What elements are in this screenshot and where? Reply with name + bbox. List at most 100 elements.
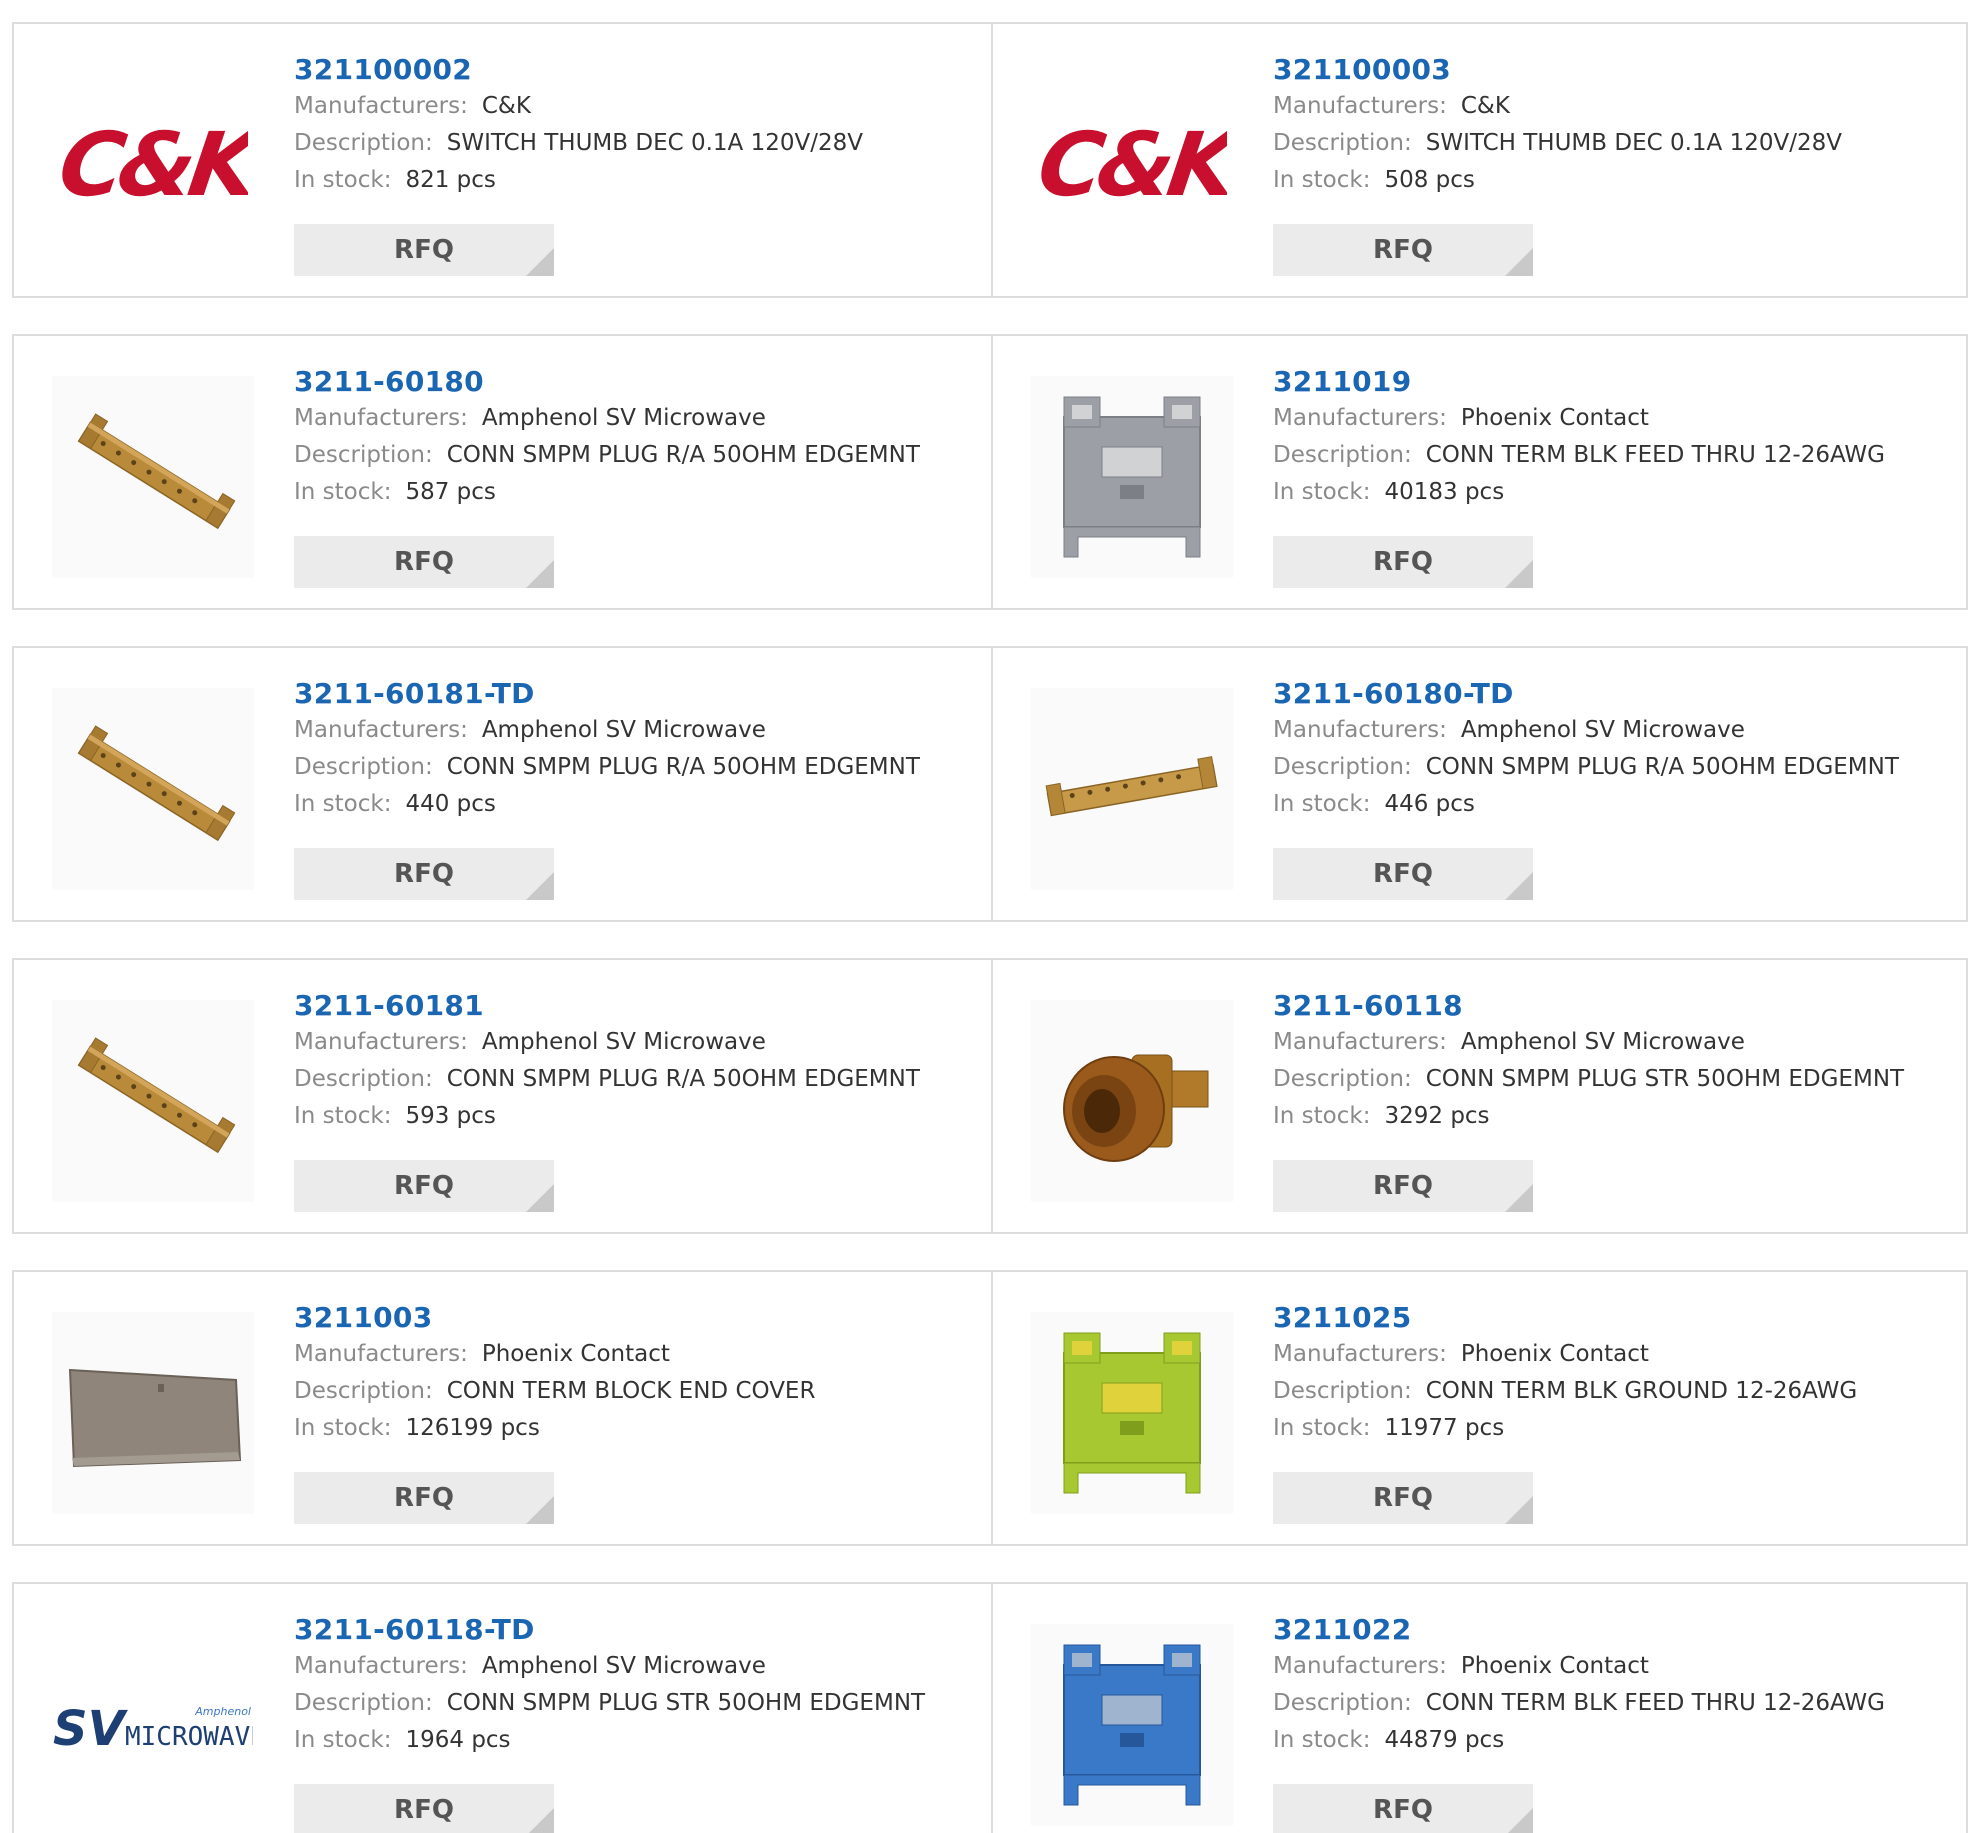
- rfq-button-label: RFQ: [394, 1483, 454, 1513]
- stock-value: 508 pcs: [1384, 167, 1475, 193]
- manufacturer-value: Phoenix Contact: [481, 1341, 670, 1367]
- stock-label: In stock:: [1273, 479, 1371, 505]
- stock-line: In stock: 126199 pcs: [294, 1410, 981, 1447]
- stock-label: In stock:: [1273, 167, 1371, 193]
- corner-triangle-icon: [1505, 248, 1533, 276]
- rfq-button[interactable]: RFQ: [1273, 1160, 1533, 1212]
- manufacturer-value: Phoenix Contact: [1460, 1341, 1649, 1367]
- manufacturer-label: Manufacturers:: [1273, 93, 1447, 119]
- manufacturer-label: Manufacturers:: [294, 1653, 468, 1679]
- part-number-link[interactable]: 321100003: [1273, 52, 1451, 88]
- product-image-terminal-block-green[interactable]: [1031, 1312, 1233, 1514]
- part-number-link[interactable]: 3211-60180: [294, 364, 484, 400]
- product-info: 3211025 Manufacturers: Phoenix Contact De…: [1273, 1300, 1956, 1447]
- rfq-button[interactable]: RFQ: [1273, 536, 1533, 588]
- part-number-link[interactable]: 3211-60118: [1273, 988, 1463, 1024]
- svg-text:C&K: C&K: [58, 115, 248, 215]
- product-image-sv-microwave-logo[interactable]: SV MICROWAVE Amphenol: [52, 1624, 254, 1826]
- product-image-terminal-block-gray[interactable]: [1031, 376, 1233, 578]
- product-image-end-cover[interactable]: [52, 1312, 254, 1514]
- rfq-button[interactable]: RFQ: [294, 848, 554, 900]
- rfq-button[interactable]: RFQ: [294, 1472, 554, 1524]
- description-value: SWITCH THUMB DEC 0.1A 120V/28V: [1425, 130, 1842, 156]
- manufacturer-label: Manufacturers:: [1273, 717, 1447, 743]
- manufacturer-line: Manufacturers: C&K: [1273, 88, 1956, 125]
- product-row: 3211-60181 Manufacturers: Amphenol SV Mic…: [12, 958, 1968, 1234]
- rfq-button-label: RFQ: [1373, 1171, 1433, 1201]
- stock-line: In stock: 11977 pcs: [1273, 1410, 1956, 1447]
- stock-line: In stock: 508 pcs: [1273, 162, 1956, 199]
- corner-triangle-icon: [526, 248, 554, 276]
- product-card: 3211019 Manufacturers: Phoenix Contact De…: [991, 336, 1966, 608]
- description-label: Description:: [294, 754, 433, 780]
- product-card: 3211003 Manufacturers: Phoenix Contact De…: [14, 1272, 991, 1544]
- description-value: CONN TERM BLK FEED THRU 12-26AWG: [1425, 442, 1885, 468]
- stock-value: 40183 pcs: [1384, 479, 1505, 505]
- rfq-button[interactable]: RFQ: [294, 1160, 554, 1212]
- rfq-button[interactable]: RFQ: [1273, 224, 1533, 276]
- manufacturer-value: Phoenix Contact: [1460, 405, 1649, 431]
- description-line: Description: CONN TERM BLK FEED THRU 12-2…: [1273, 437, 1956, 474]
- description-line: Description: CONN SMPM PLUG STR 50OHM EDG…: [294, 1685, 981, 1722]
- svg-text:MICROWAVE: MICROWAVE: [125, 1722, 253, 1752]
- product-image-edge-connector-bar-flat[interactable]: [1031, 688, 1233, 890]
- part-number-link[interactable]: 321100002: [294, 52, 472, 88]
- product-image-edge-connector-bar[interactable]: [52, 376, 254, 578]
- product-info: 3211022 Manufacturers: Phoenix Contact De…: [1273, 1612, 1956, 1759]
- rfq-button[interactable]: RFQ: [1273, 1472, 1533, 1524]
- stock-value: 440 pcs: [405, 791, 496, 817]
- part-number-link[interactable]: 3211-60181: [294, 988, 484, 1024]
- stock-label: In stock:: [294, 479, 392, 505]
- part-number-link[interactable]: 3211025: [1273, 1300, 1411, 1336]
- description-line: Description: CONN SMPM PLUG R/A 50OHM EDG…: [1273, 749, 1956, 786]
- product-image-ck-logo[interactable]: C&K: [52, 64, 254, 266]
- part-number-link[interactable]: 3211-60118-TD: [294, 1612, 535, 1648]
- product-image-ck-logo[interactable]: C&K: [1031, 64, 1233, 266]
- stock-label: In stock:: [294, 1415, 392, 1441]
- stock-label: In stock:: [294, 1727, 392, 1753]
- description-line: Description: SWITCH THUMB DEC 0.1A 120V/2…: [1273, 125, 1956, 162]
- product-card: C&K 321100003 Manufacturers: C&K Descript…: [991, 24, 1966, 296]
- description-line: Description: CONN TERM BLK GROUND 12-26AW…: [1273, 1373, 1956, 1410]
- manufacturer-label: Manufacturers:: [1273, 1653, 1447, 1679]
- manufacturer-label: Manufacturers:: [294, 93, 468, 119]
- rfq-button[interactable]: RFQ: [1273, 848, 1533, 900]
- part-number-link[interactable]: 3211003: [294, 1300, 432, 1336]
- part-number-link[interactable]: 3211-60180-TD: [1273, 676, 1514, 712]
- rfq-button[interactable]: RFQ: [294, 224, 554, 276]
- part-number-link[interactable]: 3211019: [1273, 364, 1411, 400]
- rfq-button[interactable]: RFQ: [1273, 1784, 1533, 1833]
- part-number-link[interactable]: 3211022: [1273, 1612, 1411, 1648]
- description-value: CONN SMPM PLUG R/A 50OHM EDGEMNT: [446, 442, 920, 468]
- corner-triangle-icon: [526, 560, 554, 588]
- stock-value: 126199 pcs: [405, 1415, 540, 1441]
- manufacturer-line: Manufacturers: Amphenol SV Microwave: [294, 400, 981, 437]
- product-row: 3211003 Manufacturers: Phoenix Contact De…: [12, 1270, 1968, 1546]
- product-image-edge-connector-bar[interactable]: [52, 688, 254, 890]
- product-card: C&K 321100002 Manufacturers: C&K Descript…: [14, 24, 991, 296]
- stock-label: In stock:: [1273, 1727, 1371, 1753]
- manufacturer-line: Manufacturers: Phoenix Contact: [1273, 400, 1956, 437]
- corner-triangle-icon: [526, 872, 554, 900]
- description-line: Description: CONN SMPM PLUG R/A 50OHM EDG…: [294, 749, 981, 786]
- stock-line: In stock: 821 pcs: [294, 162, 981, 199]
- rfq-button-label: RFQ: [1373, 1483, 1433, 1513]
- corner-triangle-icon: [1505, 1496, 1533, 1524]
- rfq-button[interactable]: RFQ: [294, 1784, 554, 1833]
- product-card: 3211025 Manufacturers: Phoenix Contact De…: [991, 1272, 1966, 1544]
- manufacturer-line: Manufacturers: Amphenol SV Microwave: [294, 1024, 981, 1061]
- stock-line: In stock: 593 pcs: [294, 1098, 981, 1135]
- product-image-smpm-plug[interactable]: [1031, 1000, 1233, 1202]
- rfq-button-label: RFQ: [394, 1795, 454, 1825]
- stock-label: In stock:: [1273, 1103, 1371, 1129]
- product-image-edge-connector-bar[interactable]: [52, 1000, 254, 1202]
- part-number-link[interactable]: 3211-60181-TD: [294, 676, 535, 712]
- product-info: 321100002 Manufacturers: C&K Description:…: [294, 52, 981, 199]
- manufacturer-line: Manufacturers: Amphenol SV Microwave: [294, 1648, 981, 1685]
- product-image-terminal-block-blue[interactable]: [1031, 1624, 1233, 1826]
- stock-label: In stock:: [294, 167, 392, 193]
- product-row: 3211-60181-TD Manufacturers: Amphenol SV …: [12, 646, 1968, 922]
- rfq-button[interactable]: RFQ: [294, 536, 554, 588]
- description-label: Description:: [1273, 1066, 1412, 1092]
- rfq-button-label: RFQ: [1373, 547, 1433, 577]
